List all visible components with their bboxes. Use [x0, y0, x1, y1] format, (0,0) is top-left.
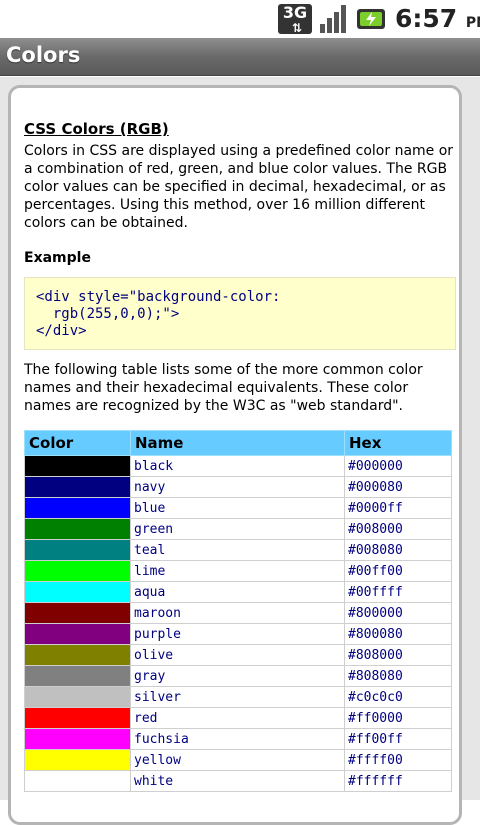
color-hex: #000080	[344, 476, 452, 498]
color-hex: #008000	[344, 518, 452, 540]
color-name: purple	[130, 623, 345, 645]
color-swatch	[24, 497, 131, 519]
table-row: lime #00ff00	[24, 560, 452, 582]
color-name: gray	[130, 665, 345, 687]
color-hex: #808080	[344, 665, 452, 687]
color-hex: #ffff00	[344, 749, 452, 771]
battery-charging-icon	[357, 9, 385, 29]
color-name: red	[130, 707, 345, 729]
clock-ampm: PM	[465, 15, 480, 31]
color-hex: #ffffff	[344, 770, 452, 792]
color-name: black	[130, 455, 345, 477]
table-row: maroon #800000	[24, 602, 452, 624]
color-hex: #00ffff	[344, 581, 452, 603]
color-table: Color Name Hex black #000000 navy #000080 bl…	[24, 430, 452, 792]
title-bar: Colors	[0, 38, 480, 76]
table-row: red #ff0000	[24, 707, 452, 729]
color-swatch	[24, 686, 131, 708]
network-3g-icon: 3G ⇅	[278, 4, 312, 35]
color-name: fuchsia	[130, 728, 345, 750]
color-name: olive	[130, 644, 345, 666]
table-row: teal #008080	[24, 539, 452, 561]
color-hex: #ff00ff	[344, 728, 452, 750]
color-swatch	[24, 560, 131, 582]
color-swatch	[24, 623, 131, 645]
table-header-row: Color Name Hex	[24, 430, 452, 456]
header-color: Color	[24, 430, 131, 456]
status-bar: 3G ⇅ 6:57 PM	[0, 0, 480, 38]
color-swatch	[24, 539, 131, 561]
page-title: Colors	[6, 43, 81, 67]
web-content[interactable]: CSS Colors (RGB) Colors in CSS are displ…	[0, 77, 480, 825]
color-name: white	[130, 770, 345, 792]
table-row: navy #000080	[24, 476, 452, 498]
color-name: yellow	[130, 749, 345, 771]
color-hex: #ff0000	[344, 707, 452, 729]
color-hex: #800080	[344, 623, 452, 645]
article: CSS Colors (RGB) Colors in CSS are displ…	[24, 120, 456, 792]
color-hex: #c0c0c0	[344, 686, 452, 708]
table-row: yellow #ffff00	[24, 749, 452, 771]
table-row: olive #808000	[24, 644, 452, 666]
color-hex: #008080	[344, 539, 452, 561]
color-hex: #00ff00	[344, 560, 452, 582]
example-code-block: <div style="background-color: rgb(255,0,…	[24, 277, 456, 350]
table-row: gray #808080	[24, 665, 452, 687]
data-arrows-icon: ⇅	[292, 21, 303, 35]
color-hex: #808000	[344, 644, 452, 666]
color-name: teal	[130, 539, 345, 561]
table-intro-paragraph: The following table lists some of the mo…	[24, 362, 423, 414]
color-hex: #000000	[344, 455, 452, 477]
table-row: black #000000	[24, 455, 452, 477]
header-name: Name	[130, 430, 345, 456]
table-row: blue #0000ff	[24, 497, 452, 519]
color-hex: #0000ff	[344, 497, 452, 519]
signal-strength-icon	[320, 5, 346, 33]
color-swatch	[24, 728, 131, 750]
table-row: fuchsia #ff00ff	[24, 728, 452, 750]
color-name: blue	[130, 497, 345, 519]
clock: 6:57 PM	[395, 2, 480, 36]
color-swatch	[24, 455, 131, 477]
color-swatch	[24, 707, 131, 729]
article-heading: CSS Colors (RGB)	[24, 120, 169, 138]
table-row: aqua #00ffff	[24, 581, 452, 603]
clock-time: 6:57	[395, 4, 458, 33]
content-frame: CSS Colors (RGB) Colors in CSS are displ…	[8, 85, 462, 825]
color-name: green	[130, 518, 345, 540]
table-row: purple #800080	[24, 623, 452, 645]
color-name: maroon	[130, 602, 345, 624]
color-swatch	[24, 770, 131, 792]
color-swatch	[24, 749, 131, 771]
color-name: navy	[130, 476, 345, 498]
example-heading: Example	[24, 250, 91, 266]
table-row: green #008000	[24, 518, 452, 540]
color-name: silver	[130, 686, 345, 708]
intro-paragraph: Colors in CSS are displayed using a pred…	[24, 143, 454, 231]
color-swatch	[24, 581, 131, 603]
table-row: silver #c0c0c0	[24, 686, 452, 708]
color-table-body: black #000000 navy #000080 blue #0000ff green #…	[24, 455, 452, 792]
color-hex: #800000	[344, 602, 452, 624]
color-swatch	[24, 518, 131, 540]
table-row: white #ffffff	[24, 770, 452, 792]
color-swatch	[24, 665, 131, 687]
color-swatch	[24, 602, 131, 624]
color-swatch	[24, 476, 131, 498]
color-name: aqua	[130, 581, 345, 603]
color-swatch	[24, 644, 131, 666]
header-hex: Hex	[344, 430, 452, 456]
color-name: lime	[130, 560, 345, 582]
